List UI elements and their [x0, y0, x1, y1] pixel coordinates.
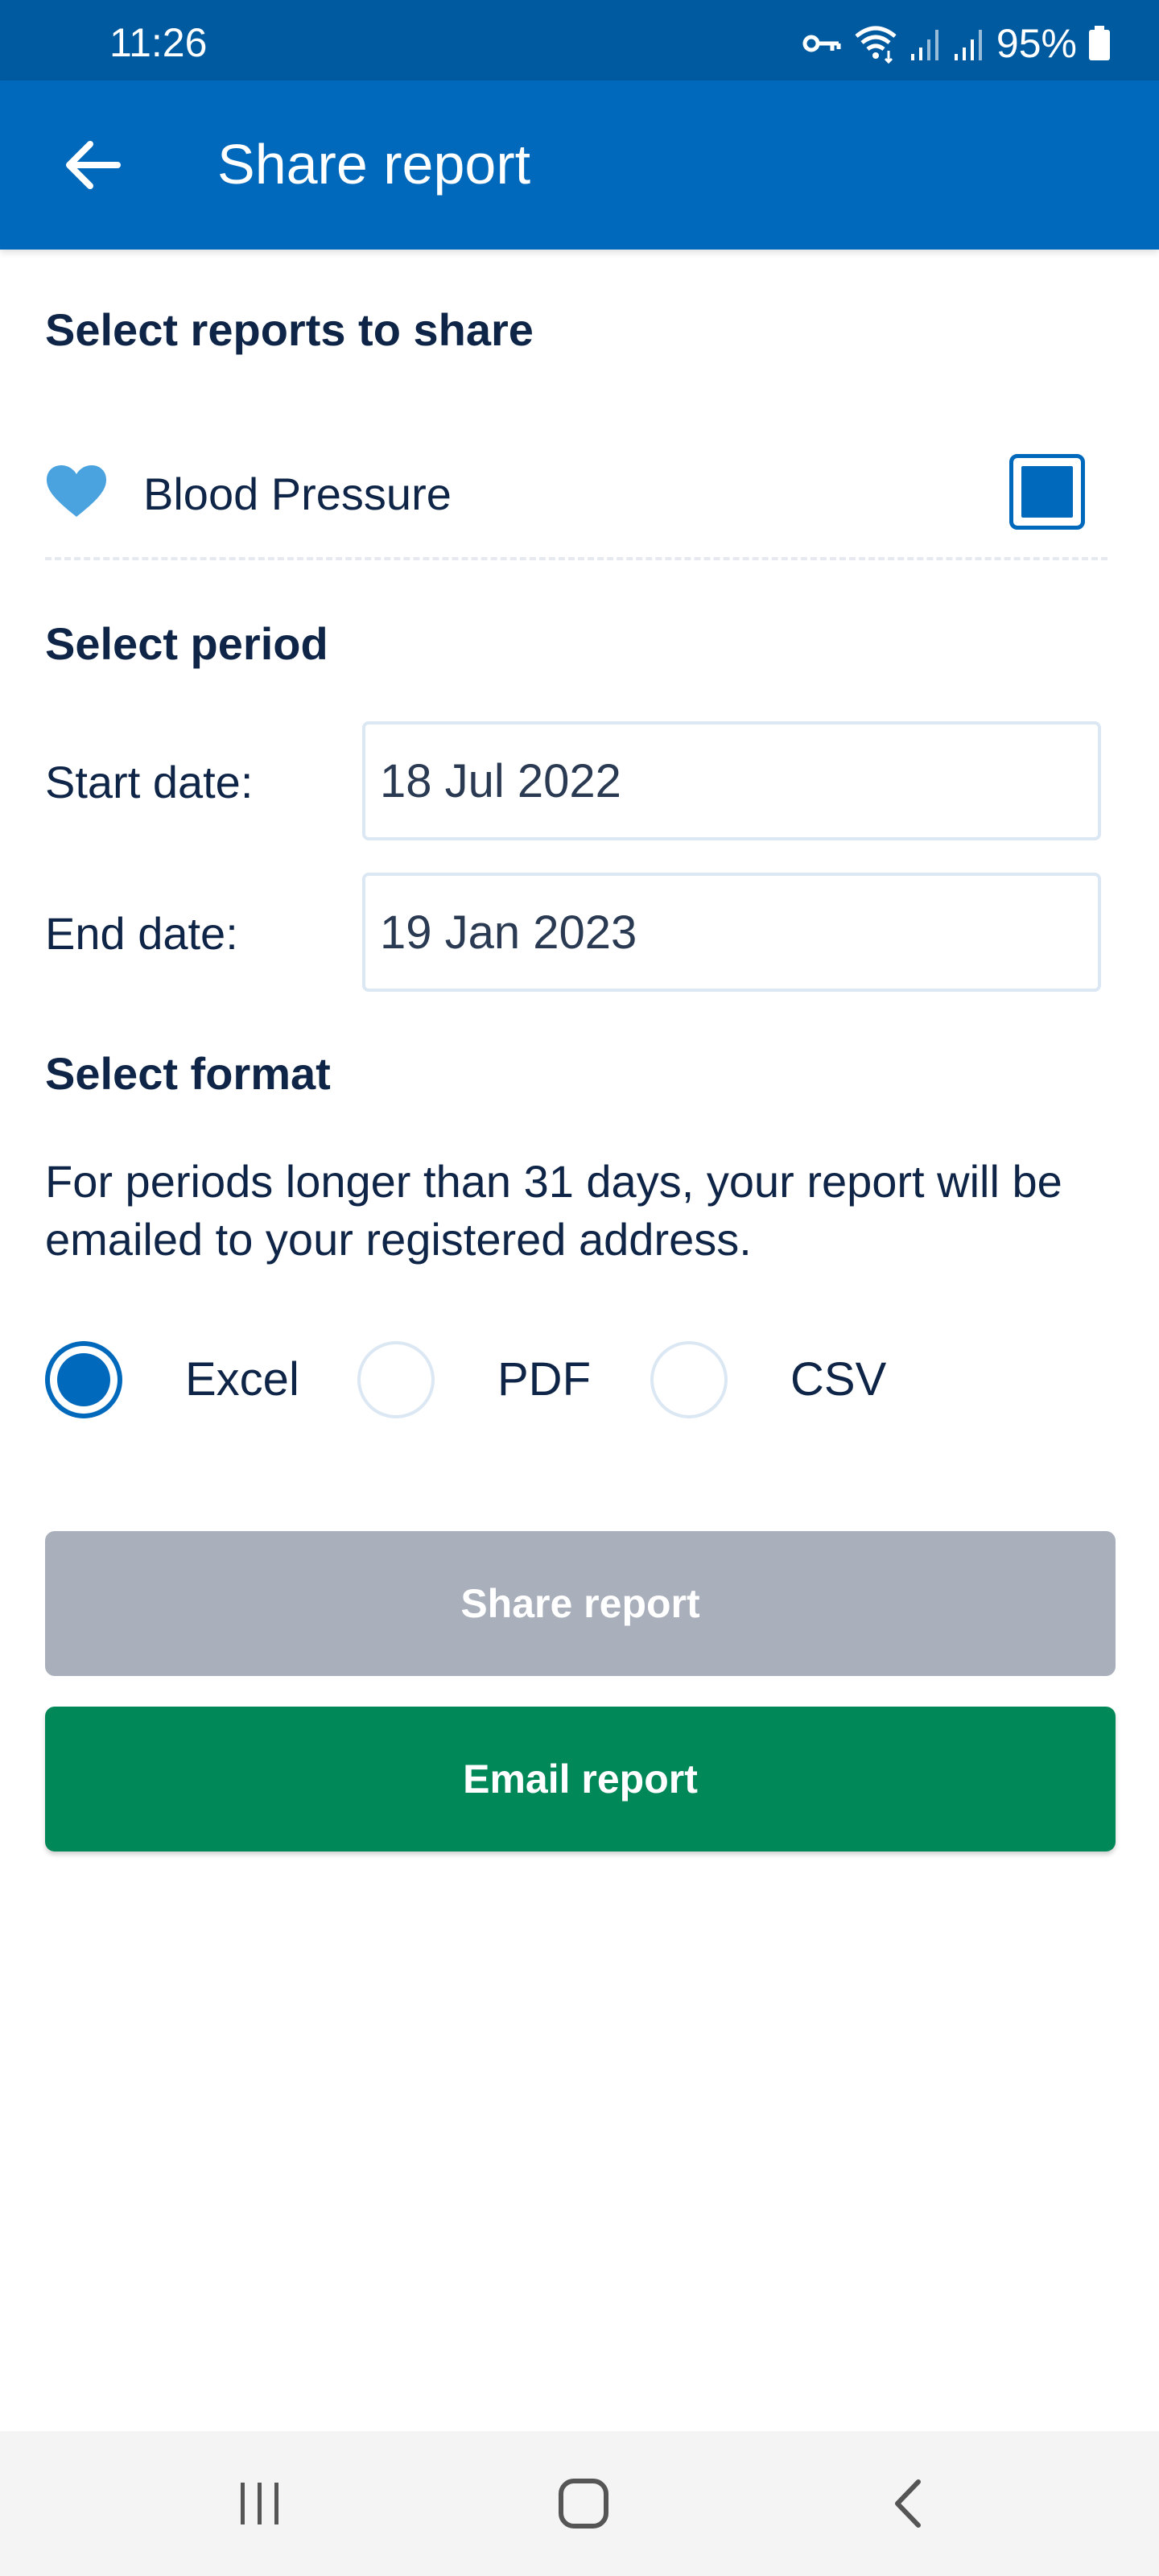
radio-option-pdf[interactable]: PDF [357, 1340, 591, 1420]
signal-icon [910, 30, 938, 60]
period-heading: Select period [45, 618, 328, 669]
home-button[interactable] [535, 2463, 632, 2544]
app-bar: Share report [0, 80, 1159, 250]
report-label: Blood Pressure [143, 469, 452, 519]
checkbox-checked-icon [1021, 466, 1073, 518]
reports-heading: Select reports to share [45, 304, 534, 355]
signal-icon [954, 30, 982, 60]
home-icon [559, 2479, 608, 2529]
start-date-field[interactable]: 18 Jul 2022 [362, 721, 1101, 840]
page-title: Share report [217, 133, 531, 196]
battery-percent: 95% [996, 21, 1077, 66]
vpn-key-icon [802, 35, 841, 52]
end-date-field[interactable]: 19 Jan 2023 [362, 873, 1101, 992]
format-radio-group: Excel PDF CSV [45, 1340, 1116, 1420]
radio-selected-icon[interactable] [45, 1341, 122, 1418]
end-date-label: End date: [45, 908, 238, 959]
radio-unselected-icon[interactable] [357, 1341, 435, 1418]
radio-option-csv[interactable]: CSV [650, 1340, 886, 1420]
recent-apps-button[interactable] [212, 2463, 308, 2544]
report-item-blood-pressure[interactable]: Blood Pressure [45, 435, 1107, 555]
arrow-left-icon [66, 141, 121, 189]
radio-unselected-icon[interactable] [650, 1341, 728, 1418]
share-report-button[interactable]: Share report [45, 1531, 1116, 1676]
system-nav-bar [0, 2431, 1159, 2576]
radio-label-excel: Excel [185, 1353, 299, 1406]
report-checkbox[interactable] [1009, 454, 1085, 530]
status-time: 11:26 [109, 20, 208, 65]
wifi-icon [855, 26, 897, 64]
heart-icon [47, 465, 106, 517]
status-bar: 11:26 95% [0, 0, 1159, 80]
battery-icon [1089, 26, 1110, 60]
recent-apps-icon [241, 2483, 278, 2524]
format-heading: Select format [45, 1048, 331, 1099]
radio-option-excel[interactable]: Excel [45, 1340, 299, 1420]
radio-label-csv: CSV [790, 1353, 887, 1406]
format-note: For periods longer than 31 days, your re… [45, 1156, 1062, 1265]
start-date-label: Start date: [45, 757, 254, 807]
status-icons: 95% [802, 23, 1111, 64]
back-icon [895, 2479, 921, 2528]
email-report-button[interactable]: Email report [45, 1707, 1116, 1852]
back-button[interactable] [48, 121, 137, 209]
radio-label-pdf: PDF [497, 1353, 591, 1406]
nav-back-button[interactable] [860, 2463, 956, 2544]
divider [45, 557, 1107, 560]
